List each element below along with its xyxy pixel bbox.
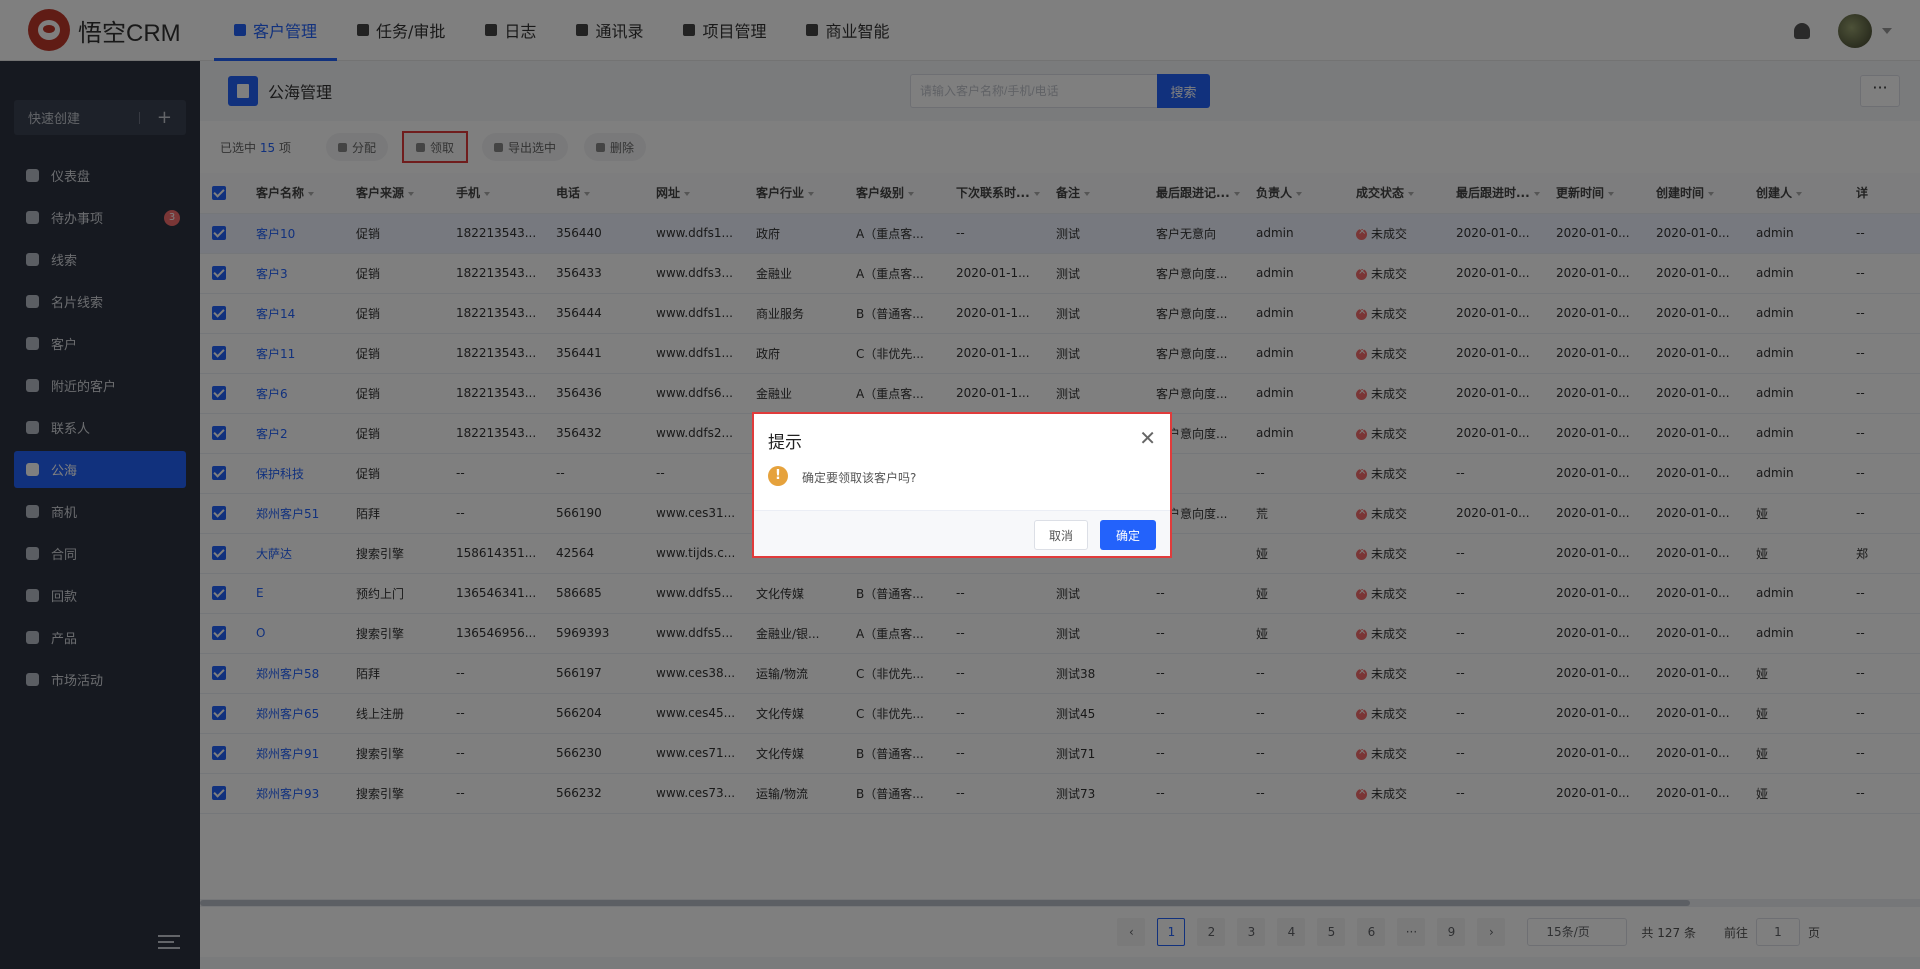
dialog-footer: 取消 确定 bbox=[754, 510, 1170, 556]
close-icon[interactable]: ✕ bbox=[1139, 426, 1156, 450]
dialog-message: 确定要领取该客户吗? bbox=[802, 471, 917, 485]
confirm-button[interactable]: 确定 bbox=[1100, 520, 1156, 550]
dialog-title: 提示 bbox=[768, 433, 802, 453]
confirm-dialog: 提示 ✕ ! 确定要领取该客户吗? 取消 确定 bbox=[752, 412, 1172, 558]
warning-icon: ! bbox=[768, 466, 788, 486]
cancel-button[interactable]: 取消 bbox=[1034, 520, 1088, 550]
